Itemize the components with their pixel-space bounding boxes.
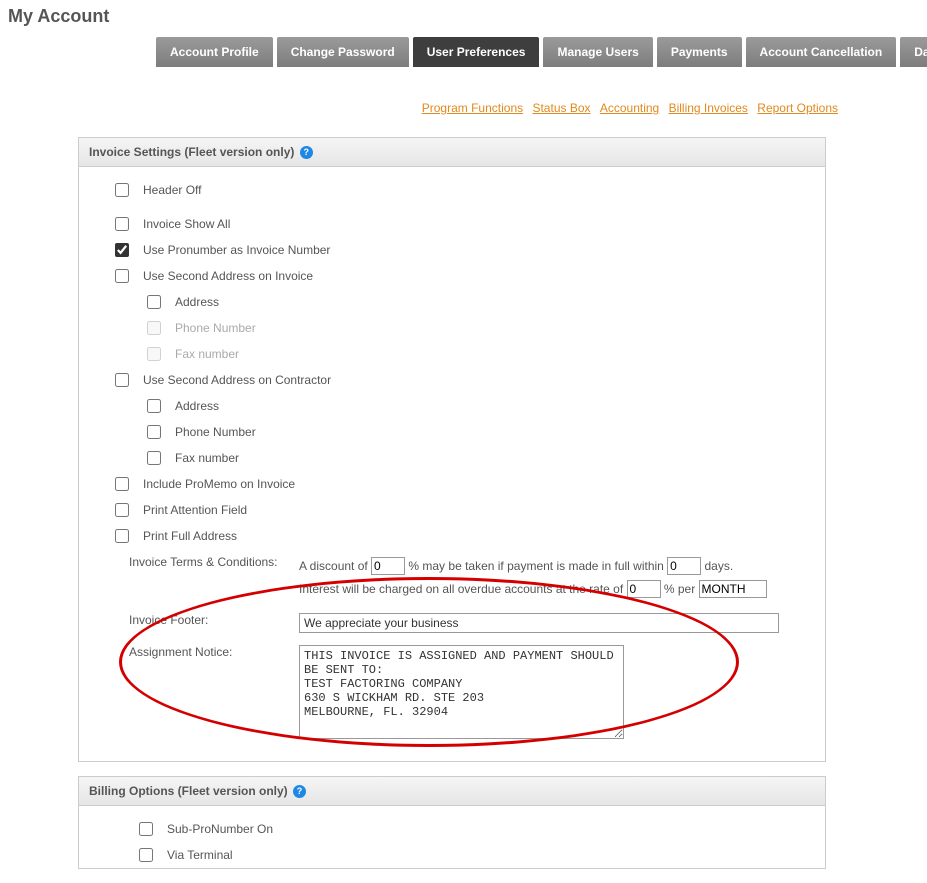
tab-payments[interactable]: Payments: [657, 37, 742, 67]
contractor-phone-checkbox[interactable]: [147, 425, 161, 439]
assignment-notice-textarea[interactable]: [299, 645, 624, 739]
invoice-fax-label: Fax number: [175, 347, 239, 361]
within-days-input[interactable]: [667, 557, 701, 575]
sublink-bar: Program Functions Status Box Accounting …: [78, 77, 927, 137]
include-promemo-checkbox[interactable]: [115, 477, 129, 491]
tab-data-import[interactable]: Data Import: [900, 37, 927, 67]
contractor-fax-label: Fax number: [175, 451, 239, 465]
sublink-accounting[interactable]: Accounting: [600, 101, 659, 115]
invoice-settings-header: Invoice Settings (Fleet version only) ?: [79, 138, 825, 167]
invoice-phone-label: Phone Number: [175, 321, 256, 335]
page-title: My Account: [0, 0, 927, 37]
terms-line1-mid: % may be taken if payment is made in ful…: [405, 559, 667, 573]
tab-account-cancellation[interactable]: Account Cancellation: [746, 37, 897, 67]
via-terminal-label: Via Terminal: [167, 848, 233, 862]
use-pronumber-label: Use Pronumber as Invoice Number: [143, 243, 330, 257]
sublink-program-functions[interactable]: Program Functions: [422, 101, 523, 115]
assignment-label: Assignment Notice:: [129, 645, 299, 739]
sub-pronumber-checkbox[interactable]: [139, 822, 153, 836]
use-second-addr-invoice-label: Use Second Address on Invoice: [143, 269, 313, 283]
print-attention-checkbox[interactable]: [115, 503, 129, 517]
contractor-address-label: Address: [175, 399, 219, 413]
discount-pct-input[interactable]: [371, 557, 405, 575]
help-icon[interactable]: ?: [300, 146, 313, 159]
include-promemo-label: Include ProMemo on Invoice: [143, 477, 295, 491]
footer-label: Invoice Footer:: [129, 613, 299, 633]
tab-manage-users[interactable]: Manage Users: [543, 37, 652, 67]
invoice-show-all-label: Invoice Show All: [143, 217, 230, 231]
contractor-fax-checkbox[interactable]: [147, 451, 161, 465]
invoice-address-checkbox[interactable]: [147, 295, 161, 309]
interest-rate-input[interactable]: [627, 580, 661, 598]
help-icon[interactable]: ?: [293, 785, 306, 798]
contractor-address-checkbox[interactable]: [147, 399, 161, 413]
use-second-addr-invoice-checkbox[interactable]: [115, 269, 129, 283]
terms-line2-pre: Interest will be charged on all overdue …: [299, 582, 627, 596]
header-off-checkbox[interactable]: [115, 183, 129, 197]
billing-options-title: Billing Options (Fleet version only): [89, 784, 288, 798]
print-attention-label: Print Attention Field: [143, 503, 247, 517]
terms-label: Invoice Terms & Conditions:: [129, 555, 299, 601]
invoice-address-label: Address: [175, 295, 219, 309]
header-off-label: Header Off: [143, 183, 201, 197]
sublink-billing-invoices[interactable]: Billing Invoices: [669, 101, 748, 115]
billing-options-panel: Billing Options (Fleet version only) ? S…: [78, 776, 826, 869]
tab-change-password[interactable]: Change Password: [277, 37, 409, 67]
invoice-settings-title: Invoice Settings (Fleet version only): [89, 145, 294, 159]
terms-line1-pre: A discount of: [299, 559, 371, 573]
tab-user-preferences[interactable]: User Preferences: [413, 37, 540, 67]
tab-account-profile[interactable]: Account Profile: [156, 37, 273, 67]
use-pronumber-checkbox[interactable]: [115, 243, 129, 257]
billing-options-header: Billing Options (Fleet version only) ?: [79, 777, 825, 806]
interest-period-input[interactable]: [699, 580, 767, 598]
contractor-phone-label: Phone Number: [175, 425, 256, 439]
use-second-addr-contractor-checkbox[interactable]: [115, 373, 129, 387]
invoice-phone-checkbox: [147, 321, 161, 335]
sublink-report-options[interactable]: Report Options: [757, 101, 838, 115]
invoice-footer-input[interactable]: [299, 613, 779, 633]
via-terminal-checkbox[interactable]: [139, 848, 153, 862]
terms-line2-mid: % per: [661, 582, 699, 596]
invoice-settings-panel: Invoice Settings (Fleet version only) ? …: [78, 137, 826, 762]
invoice-show-all-checkbox[interactable]: [115, 217, 129, 231]
tab-bar: Account Profile Change Password User Pre…: [0, 37, 927, 67]
use-second-addr-contractor-label: Use Second Address on Contractor: [143, 373, 331, 387]
sublink-status-box[interactable]: Status Box: [532, 101, 590, 115]
invoice-fax-checkbox: [147, 347, 161, 361]
print-full-address-label: Print Full Address: [143, 529, 237, 543]
sub-pronumber-label: Sub-ProNumber On: [167, 822, 273, 836]
print-full-address-checkbox[interactable]: [115, 529, 129, 543]
terms-line1-post: days.: [701, 559, 733, 573]
